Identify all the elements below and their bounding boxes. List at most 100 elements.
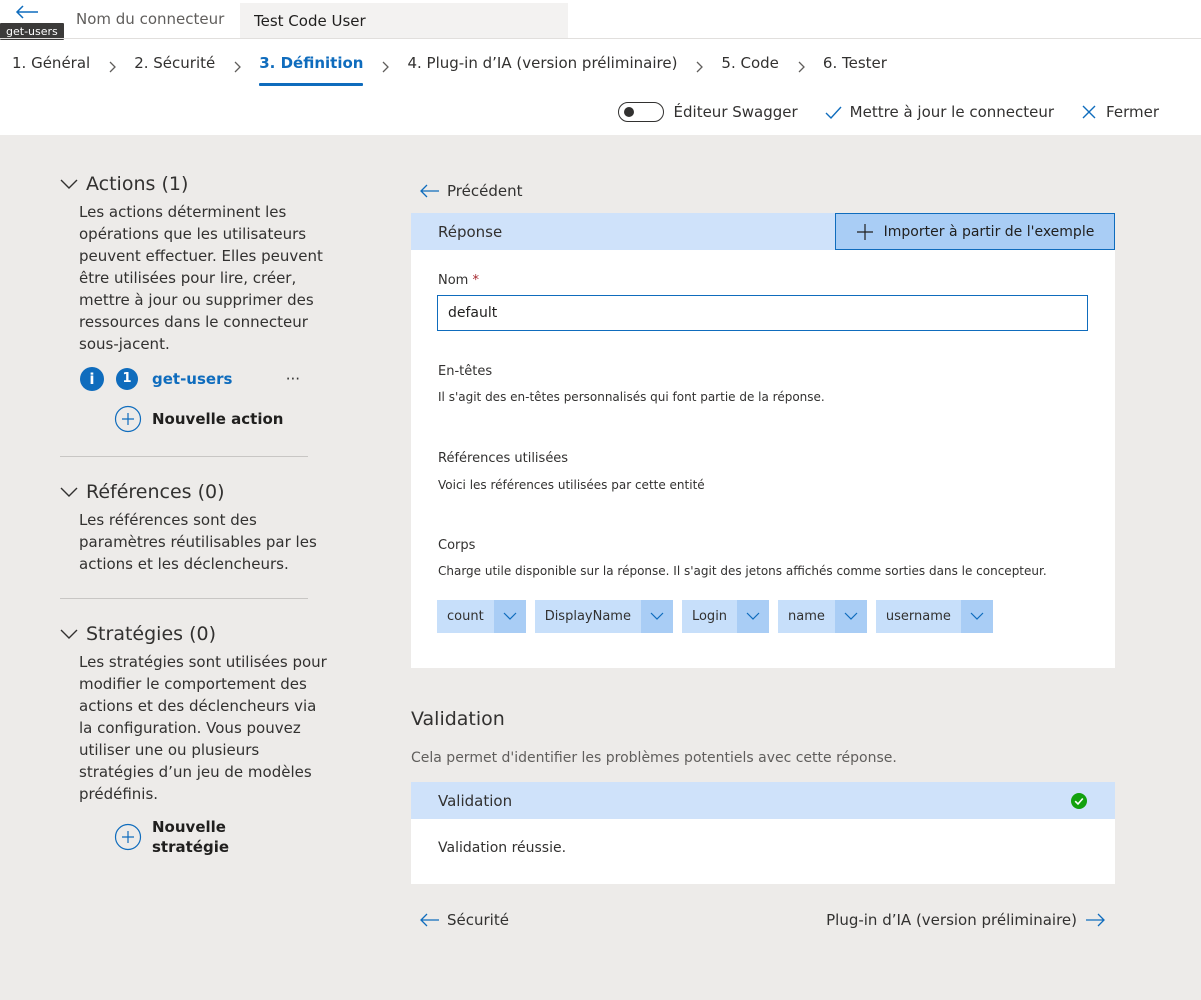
actions-section: Actions (1) Les actions déterminent les … (60, 173, 329, 355)
chevron-right-icon (382, 61, 390, 73)
actions-description: Les actions déterminent les opérations q… (79, 203, 323, 353)
name-field-label: Nom * (438, 273, 479, 288)
new-action-button[interactable]: Nouvelle action (114, 405, 283, 433)
actions-title: Actions (1) (86, 173, 189, 195)
chevron-down-icon[interactable] (834, 600, 867, 633)
update-connector-button[interactable]: Mettre à jour le connecteur (824, 103, 1054, 121)
chevron-down-icon[interactable] (960, 600, 993, 633)
action-item-label[interactable]: get-users (152, 370, 232, 388)
connector-name-input[interactable] (240, 3, 568, 38)
body-field-label: name (788, 609, 825, 624)
back-link-label: Précédent (447, 182, 523, 200)
validation-section-description: Cela permet d'identifier les problèmes p… (411, 750, 897, 766)
response-card: Réponse Importer à partir de l'exemple N… (411, 213, 1115, 668)
previous-step-label: Sécurité (447, 911, 509, 929)
body-fields: count DisplayName Login name username (437, 600, 993, 633)
step-ai-plugin[interactable]: 4. Plug-in d’IA (version préliminaire) (407, 52, 677, 82)
references-used-description: Voici les références utilisées par cette… (438, 478, 705, 492)
headers-description: Il s'agit des en-têtes personnalisés qui… (438, 390, 825, 404)
chevron-down-icon (60, 629, 78, 639)
add-circle-icon (114, 405, 142, 433)
success-check-icon (1071, 792, 1087, 809)
step-security[interactable]: 2. Sécurité (134, 52, 215, 82)
references-header[interactable]: Références (0) (60, 481, 329, 503)
validation-header: Validation (411, 782, 1115, 819)
body-title: Corps (438, 538, 476, 553)
import-button-label: Importer à partir de l'exemple (883, 223, 1095, 240)
body-field-login[interactable]: Login (681, 600, 770, 633)
swagger-editor-label: Éditeur Swagger (673, 103, 798, 121)
required-mark: * (472, 273, 479, 288)
divider (60, 456, 308, 457)
chevron-down-icon[interactable] (493, 600, 526, 633)
update-connector-label: Mettre à jour le connecteur (849, 103, 1055, 121)
policies-section: Stratégies (0) Les stratégies sont utili… (60, 623, 329, 805)
action-index-badge: 1 (116, 368, 138, 390)
plus-icon (856, 223, 873, 240)
arrow-right-icon (1086, 913, 1105, 927)
chevron-down-icon[interactable] (737, 600, 770, 633)
arrow-left-icon (420, 184, 439, 198)
back-arrow-icon[interactable] (14, 4, 40, 20)
body-field-displayname[interactable]: DisplayName (534, 600, 673, 633)
chevron-down-icon (60, 179, 78, 189)
chevron-down-icon (60, 487, 78, 497)
policies-title: Stratégies (0) (86, 623, 216, 645)
close-label: Fermer (1106, 103, 1159, 121)
validation-result: Validation réussie. (438, 840, 567, 856)
divider (60, 598, 308, 599)
info-icon[interactable]: i (80, 367, 104, 391)
step-code[interactable]: 5. Code (721, 52, 778, 82)
validation-header-label: Validation (438, 791, 513, 810)
previous-step-link[interactable]: Sécurité (420, 911, 509, 929)
references-section: Références (0) Les références sont des p… (60, 481, 329, 575)
references-used-title: Références utilisées (438, 451, 569, 466)
body-description: Charge utile disponible sur la réponse. … (438, 564, 1047, 578)
more-options-icon[interactable]: ··· (286, 370, 300, 388)
divider (0, 38, 1201, 39)
next-step-label: Plug-in d’IA (version préliminaire) (826, 911, 1077, 929)
chevron-right-icon (798, 61, 805, 73)
actions-header[interactable]: Actions (1) (60, 173, 329, 195)
swagger-editor-toggle[interactable]: Éditeur Swagger (617, 102, 798, 122)
policies-description: Les stratégies sont utilisées pour modif… (79, 653, 327, 803)
close-button[interactable]: Fermer (1080, 103, 1159, 121)
action-item[interactable]: i 1 get-users ··· (80, 367, 300, 391)
add-circle-icon (114, 823, 142, 851)
content-area: Actions (1) Les actions déterminent les … (0, 135, 1201, 1000)
new-policy-label: Nouvelle stratégie (152, 817, 229, 857)
headers-title: En-têtes (438, 364, 493, 379)
step-test[interactable]: 6. Tester (823, 52, 887, 82)
chevron-right-icon (696, 61, 704, 73)
references-description: Les références sont des paramètres réuti… (79, 511, 317, 573)
response-name-input[interactable] (437, 295, 1088, 331)
step-general[interactable]: 1. Général (12, 52, 90, 82)
chevron-right-icon (109, 61, 117, 73)
next-step-link[interactable]: Plug-in d’IA (version préliminaire) (826, 911, 1105, 929)
references-title: Références (0) (86, 481, 225, 503)
body-field-label: DisplayName (544, 609, 631, 624)
body-field-name[interactable]: name (778, 600, 867, 633)
wizard-steps: 1. Général 2. Sécurité 3. Définition 4. … (12, 52, 887, 86)
chevron-right-icon (234, 61, 242, 73)
import-from-sample-button[interactable]: Importer à partir de l'exemple (835, 213, 1115, 250)
top-bar: get-users Nom du connecteur 1. Général 2… (0, 0, 1201, 135)
arrow-left-icon (420, 913, 439, 927)
new-action-label: Nouvelle action (152, 410, 284, 428)
back-link[interactable]: Précédent (420, 182, 522, 200)
body-field-count[interactable]: count (437, 600, 526, 633)
policies-header[interactable]: Stratégies (0) (60, 623, 329, 645)
connector-name-label: Nom du connecteur (76, 10, 225, 28)
response-header-label: Réponse (438, 222, 503, 241)
toggle-switch[interactable] (617, 102, 664, 122)
body-field-label: count (447, 609, 484, 624)
new-policy-label-line2: stratégie (152, 838, 230, 856)
new-policy-label-line1: Nouvelle (152, 818, 226, 836)
chevron-down-icon[interactable] (640, 600, 673, 633)
close-icon (1082, 105, 1096, 119)
body-field-username[interactable]: username (875, 600, 993, 633)
step-definition[interactable]: 3. Définition (259, 52, 364, 86)
new-policy-button[interactable]: Nouvelle stratégie (114, 817, 229, 857)
body-field-label: username (885, 609, 951, 624)
body-field-label: Login (691, 609, 728, 624)
